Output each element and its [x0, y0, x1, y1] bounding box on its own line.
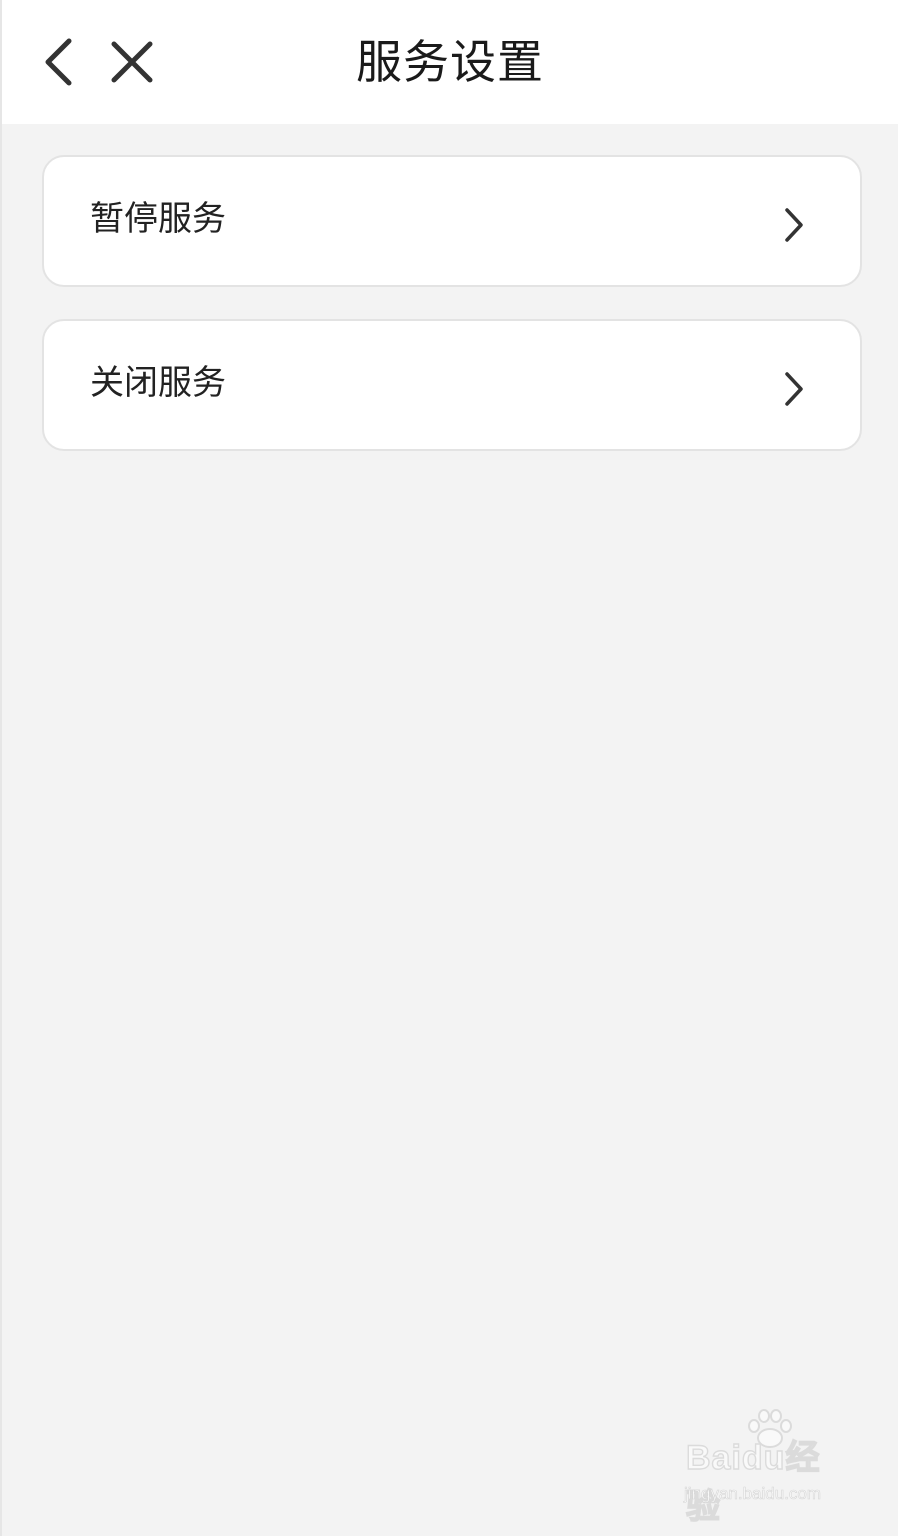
settings-list: 暂停服务 关闭服务 [42, 155, 862, 483]
service-settings-page: 服务设置 暂停服务 关闭服务 Baidu经验 jingyan.baidu.com [0, 0, 898, 1536]
chevron-right-icon [785, 208, 803, 242]
watermark-url: jingyan.baidu.com [684, 1484, 822, 1504]
menu-item-label: 暂停服务 [90, 199, 226, 239]
menu-item-label: 关闭服务 [90, 363, 226, 403]
menu-item-pause-service[interactable]: 暂停服务 [42, 155, 862, 287]
chevron-right-icon [785, 372, 803, 406]
baidu-jingyan-watermark: Baidu经验 jingyan.baidu.com [682, 1408, 852, 1527]
menu-item-close-service[interactable]: 关闭服务 [42, 319, 862, 451]
watermark-brand: Baidu经验 [685, 1438, 821, 1526]
navigation-bar: 服务设置 [2, 0, 898, 124]
page-title: 服务设置 [356, 35, 544, 89]
